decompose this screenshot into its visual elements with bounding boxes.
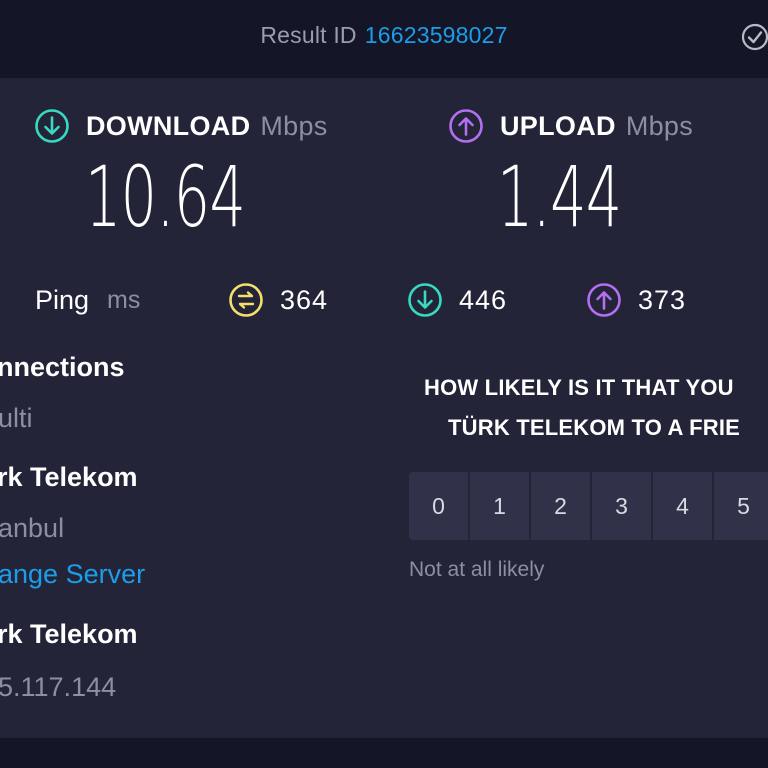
ping-label: Ping (35, 284, 90, 315)
top-bar: Result ID 16623598027 (0, 0, 768, 76)
download-arrow-icon (35, 109, 69, 143)
upload-arrow-icon (449, 109, 483, 143)
ping-upload: 373 (586, 281, 686, 319)
ping-idle: 364 (228, 281, 328, 319)
download-header: DOWNLOAD Mbps (34, 109, 328, 143)
scale-low-hint: Not at all likely (409, 558, 545, 581)
bottom-bar (0, 738, 768, 768)
survey-question-line2: TÜRK TELEKOM TO A FRIE (448, 415, 741, 440)
upload-latency-icon (587, 283, 621, 317)
provider-name: rk Telekom (0, 462, 138, 492)
idle-latency-icon (229, 283, 263, 317)
download-unit: Mbps (260, 110, 328, 141)
upload-header: UPLOAD Mbps (448, 109, 693, 143)
scale-button-0[interactable]: 0 (409, 472, 468, 540)
isp-name: rk Telekom (0, 619, 138, 649)
download-speed: 10.64 (85, 148, 246, 246)
ping-heading: Ping ms (35, 280, 140, 320)
ping-idle-value: 364 (280, 284, 329, 315)
download-latency-icon (408, 283, 442, 317)
ping-upload-value: 373 (638, 284, 687, 315)
connections-mode: ulti (0, 403, 33, 433)
scale-button-2[interactable]: 2 (531, 472, 590, 540)
upload-speed: 1.44 (497, 148, 622, 246)
scale-button-4[interactable]: 4 (653, 472, 712, 540)
likelihood-scale: 0 1 2 3 4 5 (409, 472, 768, 540)
check-circle-icon[interactable] (739, 21, 768, 53)
connections-title: nnections (0, 352, 125, 382)
ip-address: 5.117.144 (0, 672, 117, 702)
result-id-label: Result ID (260, 22, 357, 48)
result-id-display: Result ID 16623598027 (0, 22, 768, 49)
ping-download: 446 (407, 281, 507, 319)
survey-question-line1: HOW LIKELY IS IT THAT YOU (424, 375, 734, 400)
scale-button-1[interactable]: 1 (470, 472, 529, 540)
ping-download-value: 446 (459, 284, 508, 315)
upload-label: UPLOAD (500, 110, 616, 141)
download-label: DOWNLOAD (86, 110, 251, 141)
result-id-link[interactable]: 16623598027 (365, 22, 508, 48)
scale-button-3[interactable]: 3 (592, 472, 651, 540)
scale-button-5[interactable]: 5 (714, 472, 768, 540)
upload-unit: Mbps (625, 110, 694, 141)
change-server-link[interactable]: ange Server (0, 559, 145, 590)
server-city: anbul (0, 513, 65, 543)
ping-unit: ms (107, 285, 141, 314)
